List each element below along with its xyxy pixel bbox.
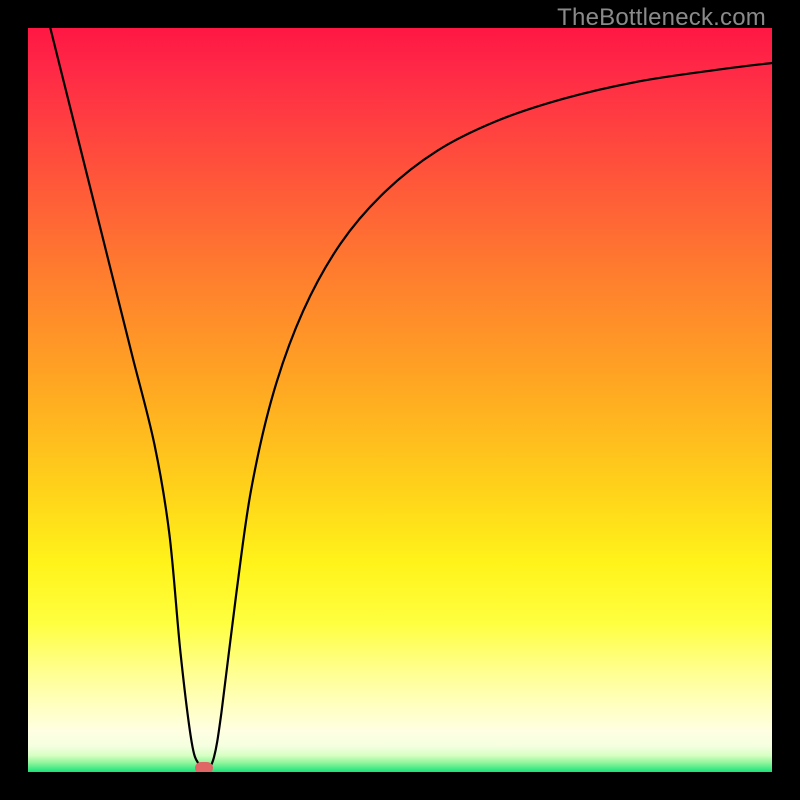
plot-area	[28, 28, 772, 772]
watermark-text: TheBottleneck.com	[557, 4, 766, 32]
data-curve	[28, 28, 772, 772]
chart-frame: TheBottleneck.com	[0, 0, 800, 800]
